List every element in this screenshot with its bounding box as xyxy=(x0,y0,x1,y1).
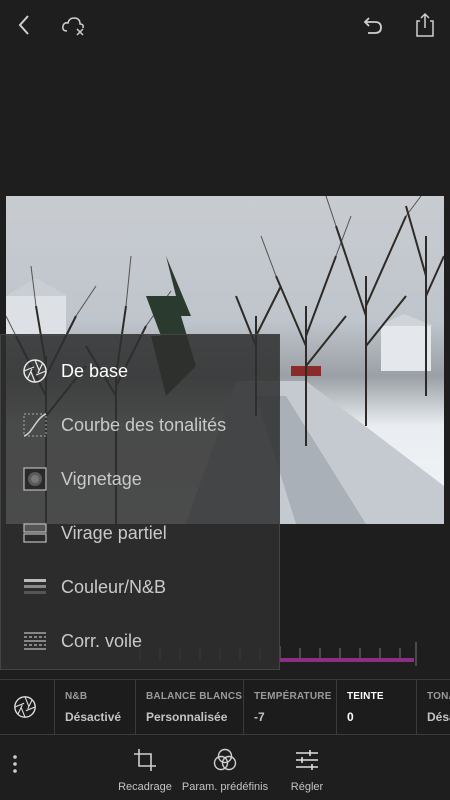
dehaze-icon xyxy=(22,628,48,654)
crop-icon xyxy=(134,749,156,771)
tone-curve-icon xyxy=(22,412,48,438)
menu-item-label: De base xyxy=(61,360,129,381)
param-tonalite[interactable]: TONA Désa xyxy=(416,680,450,734)
param-title: TEMPÉRATURE xyxy=(254,691,332,702)
menu-item-vignetage[interactable]: Vignetage xyxy=(1,452,279,506)
bottom-toolbar: Recadrage Param. prédéfinis Régler xyxy=(0,735,450,800)
param-value: Personnalisée xyxy=(146,710,228,724)
nav-regler-button[interactable]: Régler xyxy=(252,743,362,799)
param-value: -7 xyxy=(254,710,265,724)
sliders-icon xyxy=(296,750,318,770)
color-bw-icon xyxy=(22,574,48,600)
param-title: TONA xyxy=(427,691,450,702)
menu-item-corr-voile[interactable]: Corr. voile xyxy=(1,614,279,668)
menu-item-label: Vignetage xyxy=(61,468,142,489)
param-temperature[interactable]: TEMPÉRATURE -7 xyxy=(243,680,336,734)
split-toning-icon xyxy=(22,520,48,546)
param-value: Désactivé xyxy=(65,710,122,724)
menu-item-de-base[interactable]: De base xyxy=(1,344,279,398)
vignette-icon xyxy=(22,466,48,492)
nav-label: Régler xyxy=(290,781,324,793)
more-vertical-icon[interactable] xyxy=(4,747,26,781)
presets-icon xyxy=(213,748,237,771)
aperture-icon[interactable] xyxy=(0,680,50,734)
param-title: N&B xyxy=(65,691,88,702)
param-teinte[interactable]: TEINTE 0 xyxy=(336,680,416,734)
adjustment-panel-menu: De base Courbe des tonalités Vignetage V… xyxy=(0,334,280,670)
menu-item-courbe-tonalites[interactable]: Courbe des tonalités xyxy=(1,398,279,452)
undo-icon[interactable] xyxy=(356,8,390,42)
chevron-left-icon[interactable] xyxy=(8,8,42,42)
parameter-strip: N&B Désactivé BALANCE BLANCS Personnalis… xyxy=(0,679,450,735)
param-title: BALANCE BLANCS xyxy=(146,691,243,702)
menu-item-virage-partiel[interactable]: Virage partiel xyxy=(1,506,279,560)
param-balance-blancs[interactable]: BALANCE BLANCS Personnalisée xyxy=(135,680,243,734)
share-icon[interactable] xyxy=(408,8,442,42)
aperture-icon xyxy=(22,358,48,384)
menu-item-label: Couleur/N&B xyxy=(61,576,167,597)
menu-item-couleur-nb[interactable]: Couleur/N&B xyxy=(1,560,279,614)
menu-item-label: Virage partiel xyxy=(61,522,167,543)
menu-item-label: Corr. voile xyxy=(61,630,143,651)
param-value: 0 xyxy=(347,710,354,724)
param-value: Désa xyxy=(427,710,450,724)
param-title: TEINTE xyxy=(347,691,384,702)
param-nb[interactable]: N&B Désactivé xyxy=(54,680,134,734)
top-toolbar xyxy=(0,0,450,50)
menu-item-label: Courbe des tonalités xyxy=(61,414,227,435)
cloud-off-icon[interactable] xyxy=(56,8,90,42)
